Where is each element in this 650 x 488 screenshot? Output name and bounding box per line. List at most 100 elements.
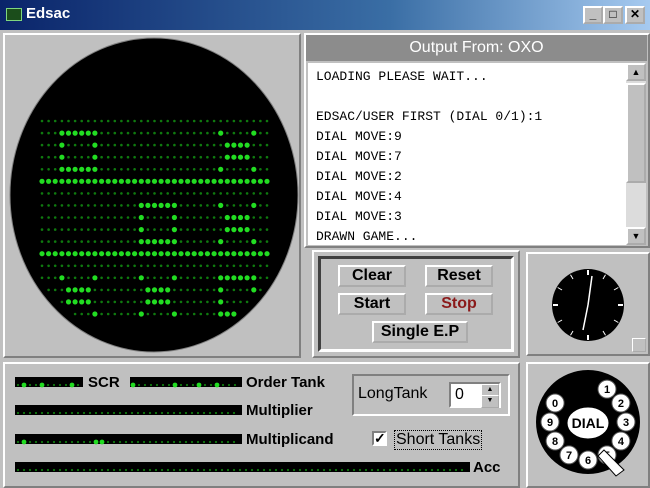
crt-dot xyxy=(47,131,50,135)
crt-dot xyxy=(237,227,244,233)
register-bit xyxy=(298,468,302,472)
crt-dot xyxy=(105,178,111,184)
crt-dot xyxy=(179,300,183,304)
longtank-value[interactable]: 0 xyxy=(455,386,464,404)
crt-dot xyxy=(140,288,143,292)
register-bit xyxy=(39,382,45,388)
crt-dot xyxy=(60,300,64,304)
crt-dot xyxy=(120,288,123,292)
crt-dot xyxy=(192,119,196,123)
crt-dot xyxy=(87,216,90,219)
crt-dot xyxy=(80,155,83,159)
short-tanks-checkbox[interactable]: ✓ xyxy=(372,430,387,446)
rotary-dial-icon[interactable]: 1234567890 DIAL xyxy=(528,364,648,486)
crt-dot xyxy=(259,192,262,195)
crt-dot xyxy=(65,178,72,184)
crt-dot xyxy=(133,300,136,304)
register-bit xyxy=(46,440,50,444)
crt-dot xyxy=(106,312,110,316)
crt-dot xyxy=(47,228,50,231)
crt-dot xyxy=(159,312,163,316)
crt-dot xyxy=(218,299,224,305)
crt-dot xyxy=(47,168,50,171)
crt-dot xyxy=(166,143,169,147)
crt-dot xyxy=(133,228,136,231)
crt-dot xyxy=(59,130,65,136)
scroll-down-arrow-icon[interactable]: ▼ xyxy=(626,227,646,245)
crt-dot xyxy=(206,192,209,195)
register-bit xyxy=(52,383,56,387)
crt-dot xyxy=(166,131,169,135)
crt-dot xyxy=(105,251,111,257)
register-bit xyxy=(136,468,140,472)
crt-dot xyxy=(106,155,110,159)
crt-dot xyxy=(212,300,216,304)
resize-grip-icon[interactable] xyxy=(632,338,646,352)
short-tanks-label[interactable]: Short Tanks xyxy=(394,430,483,450)
scroll-up-arrow-icon[interactable]: ▲ xyxy=(626,63,646,81)
crt-dot xyxy=(206,143,209,147)
crt-dot xyxy=(199,204,203,207)
crt-dot xyxy=(206,312,209,316)
crt-dot xyxy=(244,154,250,160)
start-button[interactable]: Start xyxy=(338,293,406,315)
crt-dot xyxy=(138,178,144,184)
crt-dot xyxy=(46,251,52,257)
crt-dot xyxy=(153,143,156,147)
crt-dot xyxy=(199,300,203,304)
crt-dot xyxy=(166,228,169,231)
crt-dot xyxy=(259,276,262,280)
minimize-button[interactable]: _ xyxy=(583,6,603,24)
crt-dot xyxy=(192,240,196,243)
scroll-thumb[interactable] xyxy=(626,83,646,183)
crt-dot xyxy=(53,131,57,135)
crt-dot xyxy=(87,228,90,231)
crt-dot xyxy=(224,227,230,233)
crt-dot xyxy=(218,239,224,245)
crt-dot xyxy=(171,227,177,233)
register-bit xyxy=(376,468,380,472)
register-bit xyxy=(21,382,27,388)
single-ep-button[interactable]: Single E.P xyxy=(372,321,468,343)
crt-dot xyxy=(113,276,117,280)
register-bit xyxy=(262,468,266,472)
crt-dot xyxy=(226,240,229,243)
crt-dot xyxy=(120,119,123,123)
register-bit xyxy=(142,411,146,415)
longtank-spinner[interactable]: 0 ▲ ▼ xyxy=(449,382,501,408)
crt-dot xyxy=(153,228,156,231)
crt-dot xyxy=(106,264,110,268)
spin-down-arrow-icon[interactable]: ▼ xyxy=(481,395,499,408)
title-bar: Edsac _ □ ✕ xyxy=(0,0,650,30)
crt-dot xyxy=(179,131,183,135)
crt-dot xyxy=(87,312,90,316)
register-bit xyxy=(130,382,136,388)
output-text-area[interactable]: LOADING PLEASE WAIT... EDSAC/USER FIRST (… xyxy=(308,63,626,245)
crt-dot xyxy=(219,228,222,231)
crt-dot xyxy=(59,166,65,172)
register-bit xyxy=(88,468,92,472)
crt-dot xyxy=(100,288,103,292)
register-bit xyxy=(118,411,122,415)
crt-dot xyxy=(85,287,91,293)
crt-dot xyxy=(165,287,171,293)
crt-dot xyxy=(106,240,110,243)
register-bit xyxy=(178,411,182,415)
crt-dot xyxy=(159,216,163,219)
order-tank-label: Order Tank xyxy=(246,374,325,391)
crt-dot xyxy=(106,168,110,171)
register-bit xyxy=(202,411,206,415)
maximize-button[interactable]: □ xyxy=(603,6,623,24)
crt-dot xyxy=(218,287,224,293)
crt-dot xyxy=(72,251,78,257)
stop-button[interactable]: Stop xyxy=(425,293,493,315)
crt-dot xyxy=(85,166,91,172)
crt-dot xyxy=(146,264,150,268)
close-button[interactable]: ✕ xyxy=(625,6,645,24)
output-scrollbar[interactable]: ▲ ▼ xyxy=(626,63,646,245)
crt-dot xyxy=(239,168,242,171)
crt-dot xyxy=(264,178,270,184)
reset-button[interactable]: Reset xyxy=(425,265,493,287)
crt-dot xyxy=(40,264,44,268)
clear-button[interactable]: Clear xyxy=(338,265,406,287)
